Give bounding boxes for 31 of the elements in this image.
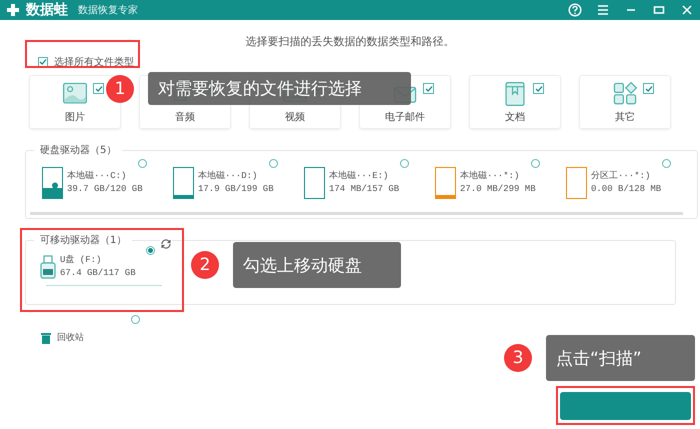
drive-usage: 174 MB/157 GB [329, 183, 400, 196]
drive-name: 本地磁···C:) [67, 170, 128, 183]
step-number-tooltip: 1 [106, 74, 134, 102]
recycle-bin-label: 回收站 [57, 332, 84, 344]
file-type-label: 文档 [505, 110, 525, 124]
callout-tooltip: 对需要恢复的文件进行选择 [148, 72, 411, 105]
drive-usage: 17.9 GB/199 GB [198, 183, 274, 196]
drive-usage: 39.7 GB/120 GB [67, 183, 143, 196]
select-all-label: 选择所有文件类型 [54, 56, 134, 69]
file-type-label: 图片 [65, 110, 85, 124]
file-type-label: 视频 [285, 110, 305, 124]
drive-name: 本地磁···E:) [329, 170, 390, 183]
drive-name: 分区工···*:) [591, 170, 652, 183]
file-type-label: 其它 [615, 110, 635, 124]
file-type-label: 音频 [175, 110, 195, 124]
drive-usage: 0.00 B/128 MB [591, 183, 662, 196]
step-number-tooltip: 2 [191, 251, 219, 279]
instruction-text: 选择要扫描的丢失数据的数据类型和路径。 [244, 34, 456, 49]
drive-name: U盘 (F:) [60, 254, 102, 267]
app-subtitle: 数据恢复专家 [78, 4, 138, 17]
drive-name: 本地磁···D:) [198, 170, 258, 183]
drive-usage: 27.0 MB/299 MB [460, 183, 536, 196]
step-number-tooltip: 3 [504, 344, 532, 372]
file-type-label: 电子邮件 [385, 110, 425, 124]
app-name: 数据蛙 [26, 1, 68, 19]
drive-usage: 67.4 GB/117 GB [60, 267, 136, 280]
callout-tooltip: 点击“扫描” [546, 335, 695, 381]
drive-name: 本地磁···*:) [460, 170, 520, 183]
callout-tooltip: 勾选上移动硬盘 [233, 242, 401, 288]
group-title: 可移动驱动器（1） [39, 234, 128, 247]
group-title: 硬盘驱动器（5） [39, 144, 118, 157]
